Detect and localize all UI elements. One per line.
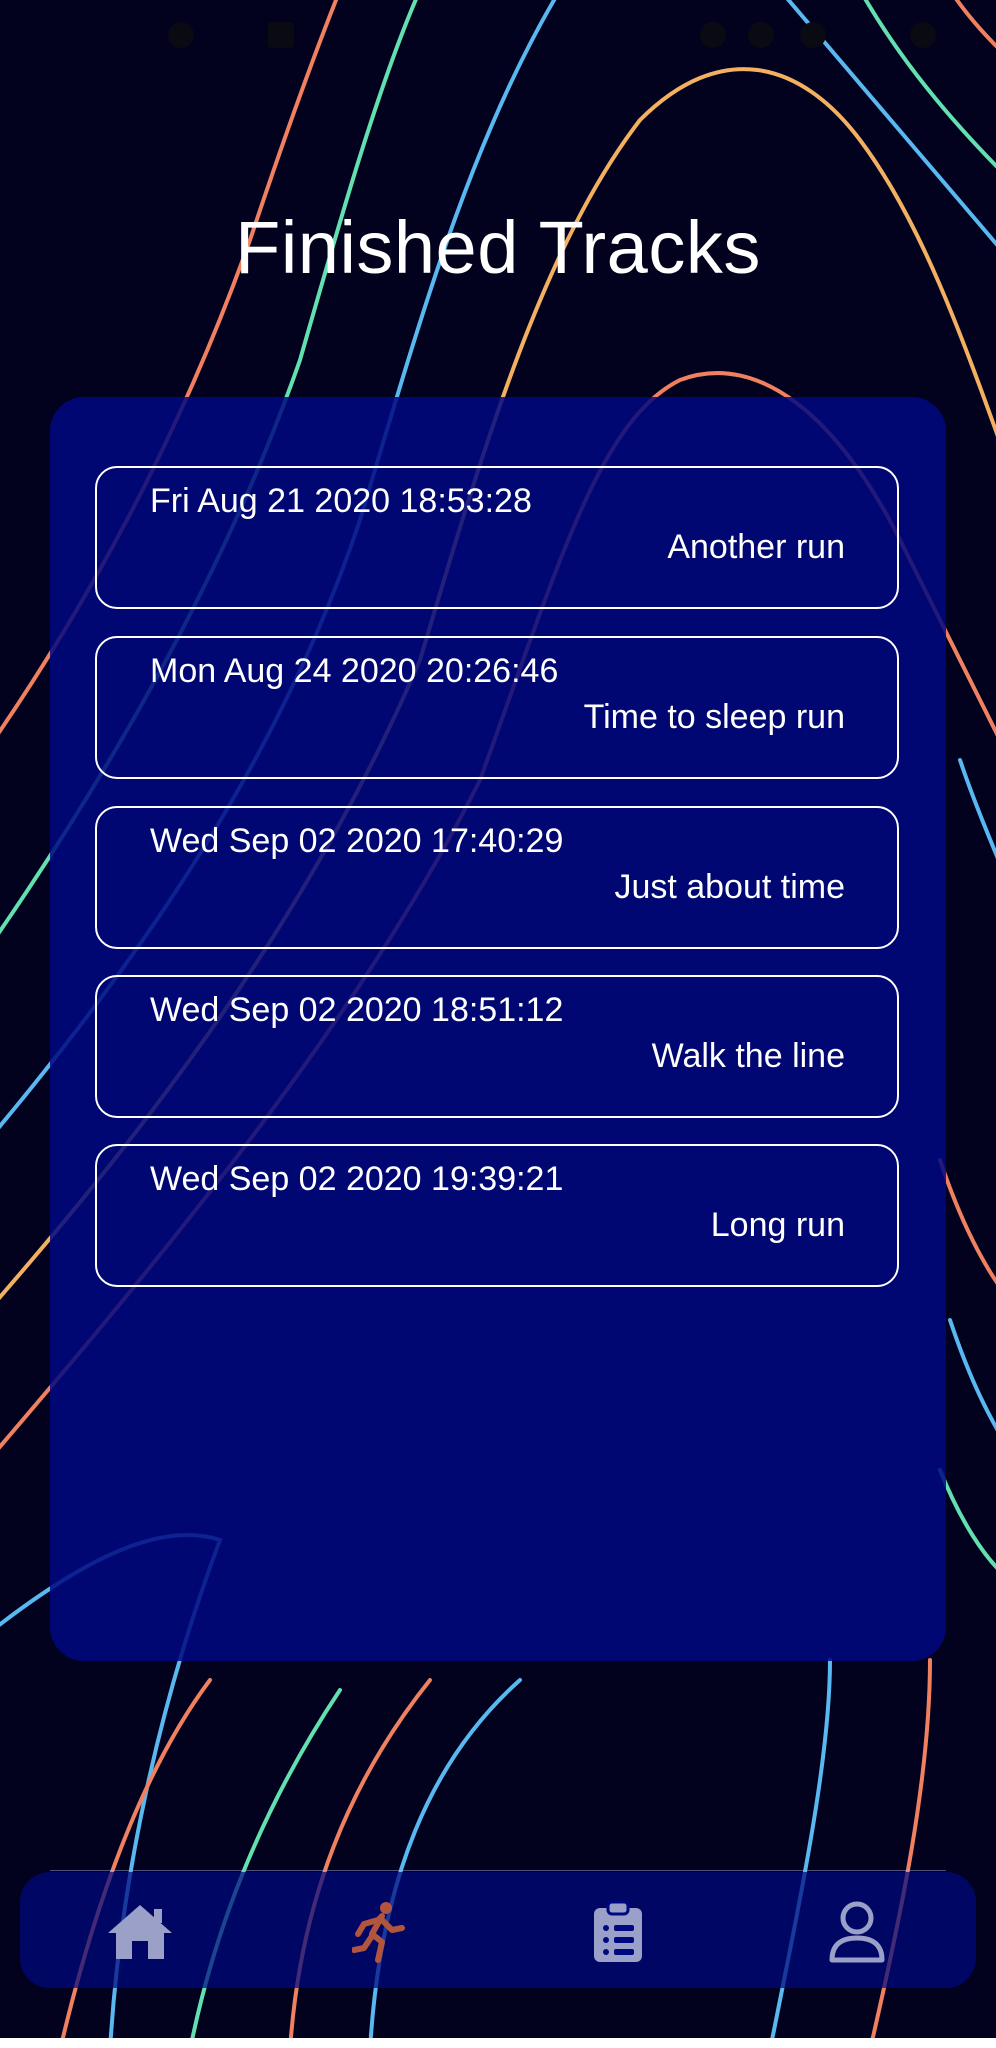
running-icon bbox=[352, 1902, 405, 1963]
nav-run-button[interactable] bbox=[335, 1892, 425, 1972]
track-name: Walk the line bbox=[651, 1037, 845, 1075]
status-icon bbox=[168, 22, 194, 48]
nav-home-button[interactable] bbox=[95, 1892, 185, 1972]
user-icon bbox=[829, 1901, 885, 1963]
track-date: Mon Aug 24 2020 20:26:46 bbox=[150, 652, 559, 690]
track-name: Long run bbox=[710, 1206, 845, 1244]
clipboard-list-icon bbox=[594, 1900, 642, 1962]
status-icon bbox=[268, 22, 294, 48]
track-card[interactable]: Wed Sep 02 2020 17:40:29 Just about time bbox=[95, 806, 899, 949]
page-title: Finished Tracks bbox=[235, 206, 761, 289]
track-name: Just about time bbox=[614, 868, 845, 906]
track-name: Time to sleep run bbox=[583, 698, 845, 736]
track-card[interactable]: Mon Aug 24 2020 20:26:46 Time to sleep r… bbox=[95, 636, 899, 779]
battery-icon bbox=[910, 22, 936, 48]
system-bottom-strip bbox=[0, 2038, 996, 2048]
track-date: Wed Sep 02 2020 18:51:12 bbox=[150, 991, 564, 1029]
status-icon bbox=[748, 22, 774, 48]
track-card[interactable]: Wed Sep 02 2020 19:39:21 Long run bbox=[95, 1144, 899, 1287]
finished-tracks-screen: Finished Tracks Fri Aug 21 2020 18:53:28… bbox=[0, 0, 996, 2048]
track-card[interactable]: Wed Sep 02 2020 18:51:12 Walk the line bbox=[95, 975, 899, 1118]
status-bar bbox=[0, 0, 996, 72]
track-date: Wed Sep 02 2020 17:40:29 bbox=[150, 822, 564, 860]
status-icon bbox=[800, 22, 826, 48]
track-name: Another run bbox=[667, 528, 845, 566]
nav-tracks-button[interactable] bbox=[573, 1892, 663, 1972]
nav-divider bbox=[50, 1870, 946, 1871]
track-date: Fri Aug 21 2020 18:53:28 bbox=[150, 482, 532, 520]
home-icon bbox=[108, 1905, 172, 1959]
nav-profile-button[interactable] bbox=[812, 1892, 902, 1972]
status-icon bbox=[700, 22, 726, 48]
track-date: Wed Sep 02 2020 19:39:21 bbox=[150, 1160, 564, 1198]
track-card[interactable]: Fri Aug 21 2020 18:53:28 Another run bbox=[95, 466, 899, 609]
